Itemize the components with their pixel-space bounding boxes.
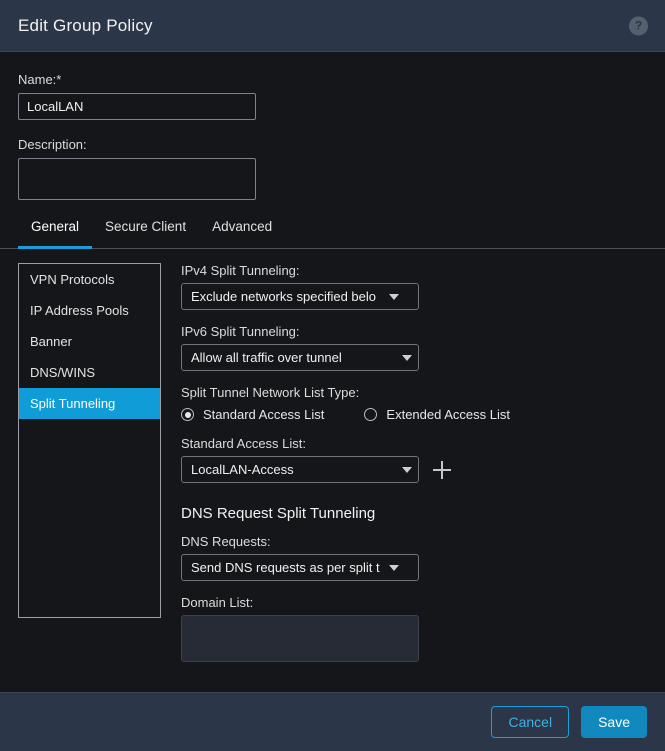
tab-content: VPN Protocols IP Address Pools Banner DN… — [0, 249, 665, 662]
settings-nav-list: VPN Protocols IP Address Pools Banner DN… — [18, 263, 161, 618]
dns-requests-label: DNS Requests: — [181, 534, 665, 549]
network-list-type-label: Split Tunnel Network List Type: — [181, 385, 665, 400]
radio-standard-access-list[interactable]: Standard Access List — [181, 407, 324, 422]
plus-icon[interactable] — [433, 461, 451, 479]
description-label: Description: — [18, 137, 647, 152]
nav-item-split-tunneling[interactable]: Split Tunneling — [19, 388, 160, 419]
ipv4-split-tunneling-value: Exclude networks specified belo — [191, 289, 387, 304]
save-button[interactable]: Save — [581, 706, 647, 738]
radio-mark-checked-icon — [181, 408, 194, 421]
chevron-down-icon — [389, 294, 399, 300]
tab-general[interactable]: General — [18, 219, 92, 248]
ipv6-split-tunneling-select[interactable]: Allow all traffic over tunnel — [181, 344, 419, 371]
radio-standard-access-list-label: Standard Access List — [203, 407, 324, 422]
description-input[interactable] — [18, 158, 256, 200]
tab-advanced[interactable]: Advanced — [199, 219, 285, 248]
description-field-block: Description: — [0, 137, 665, 205]
dialog-header: Edit Group Policy ? — [0, 0, 665, 52]
dns-split-tunneling-heading: DNS Request Split Tunneling — [181, 505, 665, 522]
standard-access-list-label: Standard Access List: — [181, 436, 665, 451]
chevron-down-icon — [389, 565, 399, 571]
domain-list-input[interactable] — [181, 615, 419, 662]
standard-access-list-value: LocalLAN-Access — [191, 462, 400, 477]
split-tunneling-panel: IPv4 Split Tunneling: Exclude networks s… — [161, 263, 665, 662]
tab-bar: General Secure Client Advanced — [0, 219, 665, 249]
nav-item-ip-address-pools[interactable]: IP Address Pools — [19, 295, 160, 326]
dns-requests-value: Send DNS requests as per split t — [191, 560, 387, 575]
network-list-type-radio-group: Standard Access List Extended Access Lis… — [181, 407, 665, 422]
nav-item-vpn-protocols[interactable]: VPN Protocols — [19, 264, 160, 295]
nav-item-dns-wins[interactable]: DNS/WINS — [19, 357, 160, 388]
ipv4-split-tunneling-select[interactable]: Exclude networks specified belo — [181, 283, 419, 310]
radio-extended-access-list-label: Extended Access List — [386, 407, 510, 422]
name-label: Name:* — [18, 52, 647, 87]
dialog-title: Edit Group Policy — [18, 16, 153, 36]
name-field-block: Name:* — [0, 52, 665, 120]
cancel-button[interactable]: Cancel — [491, 706, 569, 738]
ipv6-split-tunneling-value: Allow all traffic over tunnel — [191, 350, 400, 365]
radio-mark-icon — [364, 408, 377, 421]
name-input[interactable] — [18, 93, 256, 120]
domain-list-label: Domain List: — [181, 595, 665, 610]
dns-requests-select[interactable]: Send DNS requests as per split t — [181, 554, 419, 581]
ipv4-split-tunneling-label: IPv4 Split Tunneling: — [181, 263, 665, 278]
ipv6-split-tunneling-label: IPv6 Split Tunneling: — [181, 324, 665, 339]
tab-secure-client[interactable]: Secure Client — [92, 219, 199, 248]
dialog-body: Name:* Description: General Secure Clien… — [0, 52, 665, 692]
chevron-down-icon — [402, 467, 412, 473]
radio-extended-access-list[interactable]: Extended Access List — [364, 407, 510, 422]
help-circle-icon[interactable]: ? — [629, 16, 648, 35]
standard-access-list-select[interactable]: LocalLAN-Access — [181, 456, 419, 483]
chevron-down-icon — [402, 355, 412, 361]
dialog-footer: Cancel Save — [0, 692, 665, 751]
standard-access-list-row: LocalLAN-Access — [181, 456, 665, 483]
nav-item-banner[interactable]: Banner — [19, 326, 160, 357]
